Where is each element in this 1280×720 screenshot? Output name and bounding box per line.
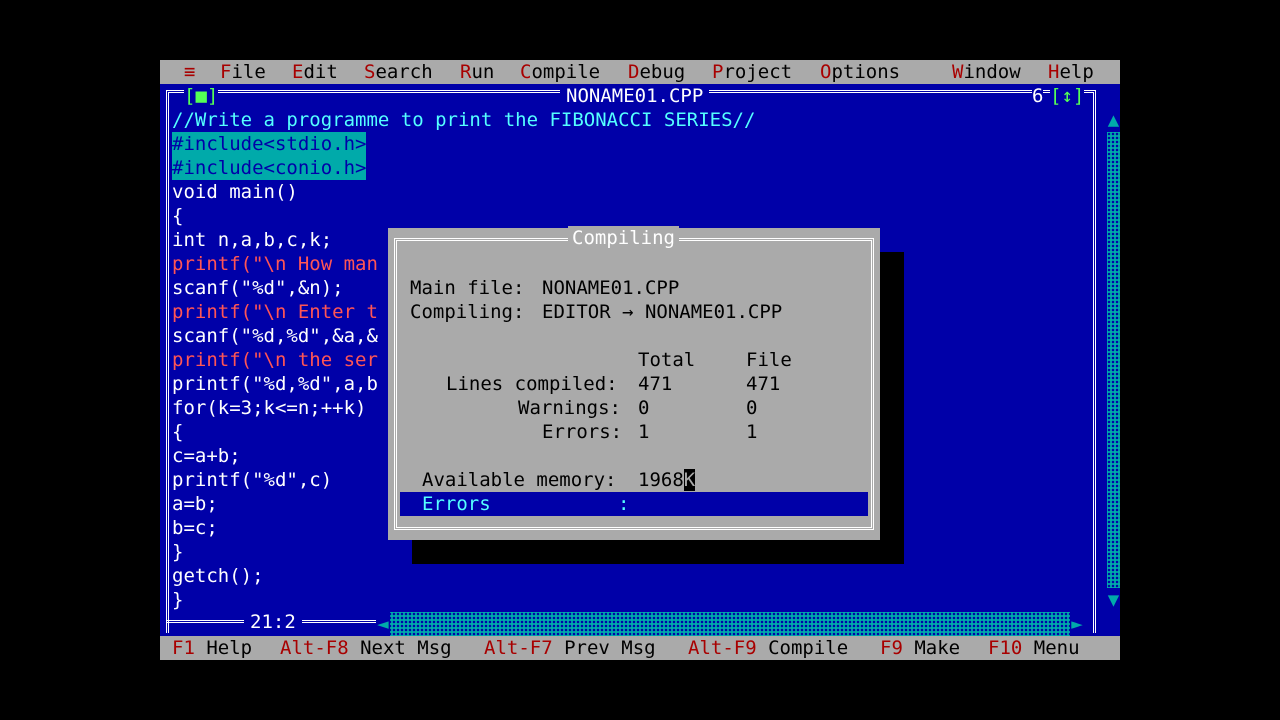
status-next-msg[interactable]: Alt-F8 Next Msg (280, 636, 452, 660)
menu-file[interactable]: File (220, 60, 266, 84)
menu-debug[interactable]: Debug (628, 60, 685, 84)
scroll-right-arrow-icon[interactable]: ► (1070, 612, 1084, 636)
menu-bar: ≡ File Edit Search Run Compile Debug Pro… (160, 60, 1120, 84)
main-file-value: NONAME01.CPP (542, 277, 680, 299)
code-line: scanf("%d",&n); (172, 277, 344, 299)
code-line: getch(); (172, 565, 264, 587)
code-line: { (172, 205, 184, 227)
errors-status-label: Errors (422, 493, 491, 515)
code-line: int n,a,b,c,k; (172, 229, 333, 251)
code-line: printf("\n Enter t (172, 301, 378, 323)
code-line: scanf("%d,%d",&a,& (172, 325, 378, 347)
menu-compile[interactable]: Compile (520, 60, 600, 84)
code-line: //Write a programme to print the FIBONAC… (172, 109, 756, 131)
editor-title: NONAME01.CPP (560, 84, 710, 108)
status-prev-msg[interactable]: Alt-F7 Prev Msg (484, 636, 656, 660)
code-line: } (172, 541, 184, 563)
main-file-label: Main file: (410, 277, 525, 299)
code-line: b=c; (172, 517, 218, 539)
cursor-position: 21:2 (244, 610, 302, 634)
code-line: void main() (172, 181, 298, 203)
column-file: File (746, 349, 792, 371)
code-line: printf("%d,%d",a,b (172, 373, 378, 395)
compiling-dialog: Compiling Main file: NONAME01.CPP Compil… (388, 226, 880, 540)
warnings-label: Warnings: (518, 397, 621, 419)
warnings-file: 0 (746, 397, 758, 419)
memory-label: Available memory: (422, 469, 617, 491)
code-line: for(k=3;k<=n;++k) (172, 397, 367, 419)
code-line: a=b; (172, 493, 218, 515)
code-line: printf("\n How man (172, 253, 378, 275)
code-line: } (172, 589, 184, 611)
window-number: 6 (1032, 84, 1044, 108)
scroll-left-arrow-icon[interactable]: ◄ (376, 612, 390, 636)
code-line: #include<stdio.h> (172, 132, 367, 156)
scroll-down-arrow-icon[interactable]: ▼ (1107, 588, 1120, 612)
menu-options[interactable]: Options (820, 60, 900, 84)
text-cursor: K (683, 469, 696, 491)
status-menu[interactable]: F10 Menu (988, 636, 1080, 660)
close-box-icon[interactable]: [■] (184, 84, 219, 108)
errors-file: 1 (746, 421, 758, 443)
menu-project[interactable]: Project (712, 60, 792, 84)
column-total: Total (638, 349, 696, 371)
turbo-c-screen: ≡ File Edit Search Run Compile Debug Pro… (160, 60, 1120, 660)
lines-compiled-total: 471 (638, 373, 673, 395)
vertical-scrollbar[interactable] (1107, 108, 1120, 612)
compiling-value: EDITOR → NONAME01.CPP (542, 301, 783, 323)
menu-run[interactable]: Run (460, 60, 494, 84)
warnings-total: 0 (638, 397, 650, 419)
errors-status-bar: Errors : (400, 492, 868, 516)
dialog-title: Compiling (568, 226, 679, 250)
code-line: printf("\n the ser (172, 349, 378, 371)
status-compile[interactable]: Alt-F9 Compile (688, 636, 848, 660)
code-line: #include<conio.h> (172, 156, 367, 180)
lines-compiled-label: Lines compiled: (446, 373, 618, 395)
system-menu[interactable]: ≡ (184, 60, 195, 84)
status-make[interactable]: F9 Make (880, 636, 960, 660)
code-line: printf("%d",c) (172, 469, 333, 491)
horizontal-scrollbar[interactable] (376, 612, 1084, 636)
menu-window[interactable]: Window (952, 60, 1021, 84)
errors-label: Errors: (542, 421, 623, 443)
zoom-box-icon[interactable]: [↕] (1050, 84, 1085, 108)
menu-search[interactable]: Search (364, 60, 433, 84)
code-line: c=a+b; (172, 445, 241, 467)
errors-status-separator: : (618, 493, 630, 515)
menu-help[interactable]: Help (1048, 60, 1094, 84)
scroll-up-arrow-icon[interactable]: ▲ (1107, 108, 1120, 132)
menu-edit[interactable]: Edit (292, 60, 338, 84)
status-bar: F1 Help Alt-F8 Next Msg Alt-F7 Prev Msg … (160, 636, 1120, 660)
code-line: { (172, 421, 184, 443)
errors-total: 1 (638, 421, 650, 443)
status-f1-help[interactable]: F1 Help (172, 636, 252, 660)
lines-compiled-file: 471 (746, 373, 781, 395)
compiling-label: Compiling: (410, 301, 525, 323)
memory-value: 1968K (638, 469, 696, 491)
